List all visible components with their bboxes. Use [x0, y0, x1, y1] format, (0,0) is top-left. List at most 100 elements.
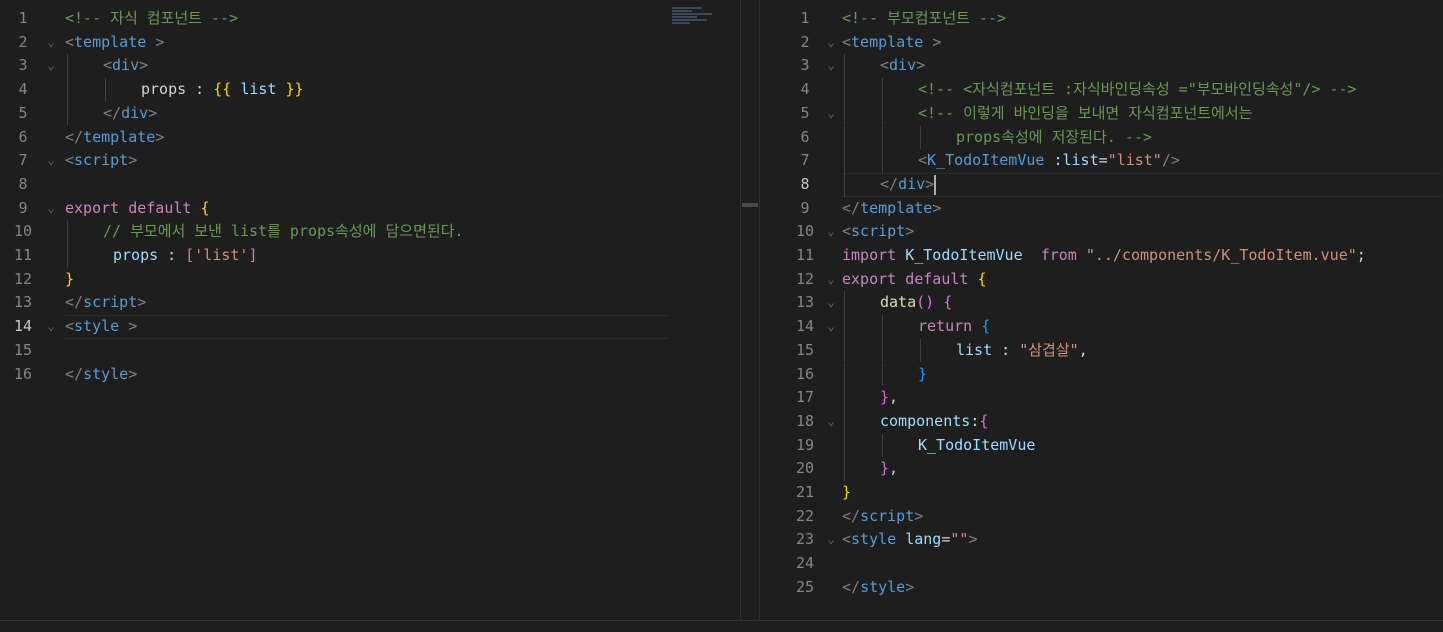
- code-text[interactable]: list : "삼겹살",: [956, 339, 1088, 363]
- code-line[interactable]: 15: [0, 339, 740, 363]
- fold-chevron-icon[interactable]: ⌄: [824, 410, 838, 434]
- code-line[interactable]: 16}: [760, 363, 1443, 387]
- fold-chevron-icon[interactable]: ⌄: [824, 31, 838, 55]
- code-text[interactable]: props : {{ list }}: [141, 78, 304, 102]
- code-text[interactable]: data() {: [880, 291, 952, 315]
- code-line[interactable]: 23 ⌄ <style lang="">: [760, 528, 1443, 552]
- code-text[interactable]: <style lang="">: [842, 528, 977, 552]
- fold-chevron-icon[interactable]: ⌄: [44, 315, 58, 339]
- fold-chevron-icon[interactable]: ⌄: [44, 54, 58, 78]
- code-text[interactable]: <!-- 부모컴포넌트 -->: [842, 7, 1006, 31]
- code-line[interactable]: 4 <!-- <자식컴포넌트 :자식바인딩속성 ="부모바인딩속성"/> -->: [760, 78, 1443, 102]
- code-text[interactable]: <!-- 이렇게 바인딩을 보내면 자식컴포넌트에서는: [918, 102, 1252, 126]
- code-line[interactable]: 7 ⌄ <script>: [0, 149, 740, 173]
- code-line[interactable]: 20},: [760, 457, 1443, 481]
- code-text[interactable]: import K_TodoItemVue from "../components…: [842, 244, 1366, 268]
- code-text[interactable]: </style>: [842, 576, 914, 600]
- code-line[interactable]: 24: [760, 552, 1443, 576]
- code-line[interactable]: 10 ⌄ <script>: [760, 220, 1443, 244]
- code-text[interactable]: <div>: [103, 54, 148, 78]
- code-line[interactable]: 5 </div>: [0, 102, 740, 126]
- code-text[interactable]: </div>: [103, 102, 157, 126]
- code-text[interactable]: }: [842, 481, 851, 505]
- code-text[interactable]: </script>: [65, 291, 146, 315]
- code-text[interactable]: return {: [918, 315, 990, 339]
- fold-chevron-icon[interactable]: ⌄: [824, 268, 838, 292]
- code-text[interactable]: </div>: [880, 173, 934, 197]
- scrollbar-thumb[interactable]: [742, 203, 758, 207]
- code-text[interactable]: </template>: [65, 126, 164, 150]
- code-line[interactable]: 22 </script>: [760, 505, 1443, 529]
- code-line[interactable]: 7 <K_TodoItemVue :list="list"/>: [760, 149, 1443, 173]
- code-line[interactable]: 25 </style>: [760, 576, 1443, 600]
- fold-chevron-icon[interactable]: ⌄: [824, 54, 838, 78]
- code-text[interactable]: <!-- 자식 컴포넌트 -->: [65, 7, 238, 31]
- code-text[interactable]: props속성에 저장된다. -->: [956, 126, 1152, 150]
- code-line[interactable]: 15 list : "삼겹살",: [760, 339, 1443, 363]
- editor-split-divider[interactable]: [740, 0, 760, 620]
- code-text[interactable]: // 부모에서 보낸 list를 props속성에 담으면된다.: [103, 220, 464, 244]
- code-line[interactable]: 13 ⌄ data() {: [760, 291, 1443, 315]
- code-text[interactable]: components:{: [880, 410, 988, 434]
- fold-chevron-icon[interactable]: ⌄: [824, 291, 838, 315]
- code-line[interactable]: 10 // 부모에서 보낸 list를 props속성에 담으면된다.: [0, 220, 740, 244]
- code-line[interactable]: 8: [0, 173, 740, 197]
- code-text[interactable]: props : ['list']: [113, 244, 258, 268]
- line-number: 3: [18, 56, 28, 75]
- code-text[interactable]: <template >: [842, 31, 941, 55]
- fold-chevron-icon[interactable]: ⌄: [44, 31, 58, 55]
- code-text[interactable]: <script>: [65, 149, 137, 173]
- code-text[interactable]: </template>: [842, 197, 941, 221]
- code-text[interactable]: <script>: [842, 220, 914, 244]
- code-line[interactable]: 11 props : ['list']: [0, 244, 740, 268]
- code-line[interactable]: 3 ⌄ <div>: [760, 54, 1443, 78]
- fold-chevron-icon[interactable]: ⌄: [824, 102, 838, 126]
- code-text[interactable]: <!-- <자식컴포넌트 :자식바인딩속성 ="부모바인딩속성"/> -->: [918, 78, 1357, 102]
- code-line[interactable]: 14 ⌄ <style >: [0, 315, 740, 339]
- code-text[interactable]: },: [880, 457, 898, 481]
- code-text[interactable]: <template >: [65, 31, 164, 55]
- code-text[interactable]: K_TodoItemVue: [918, 434, 1035, 458]
- code-text[interactable]: }: [918, 363, 927, 387]
- code-line[interactable]: 12 ⌄ export default {: [760, 268, 1443, 292]
- code-line[interactable]: 13 </script>: [0, 291, 740, 315]
- code-line[interactable]: 11 import K_TodoItemVue from "../componen…: [760, 244, 1443, 268]
- fold-chevron-icon[interactable]: ⌄: [44, 197, 58, 221]
- code-line[interactable]: 1 <!-- 자식 컴포넌트 -->: [0, 7, 740, 31]
- code-editor-left[interactable]: 1 <!-- 자식 컴포넌트 --> 2 ⌄ <template > 3 ⌄ <div> 4 pr…: [0, 6, 740, 620]
- code-line[interactable]: 2 ⌄ <template >: [0, 31, 740, 55]
- code-text[interactable]: }: [65, 268, 74, 292]
- code-line[interactable]: 4 props : {{ list }}: [0, 78, 740, 102]
- code-line[interactable]: 8 </div>: [760, 173, 1443, 197]
- code-line[interactable]: 16 </style>: [0, 363, 740, 387]
- code-text[interactable]: <style >: [65, 315, 137, 339]
- code-line[interactable]: 17},: [760, 386, 1443, 410]
- code-text[interactable]: </style>: [65, 363, 137, 387]
- code-line[interactable]: 12}: [0, 268, 740, 292]
- code-text[interactable]: export default {: [842, 268, 987, 292]
- code-editor-right[interactable]: 1 <!-- 부모컴포넌트 --> 2 ⌄ <template >3 ⌄ <div> 4 <!-…: [760, 6, 1443, 620]
- code-line[interactable]: 2 ⌄ <template >: [760, 31, 1443, 55]
- code-line[interactable]: 6 </template>: [0, 126, 740, 150]
- code-text[interactable]: </script>: [842, 505, 923, 529]
- code-line[interactable]: 9 ⌄ export default {: [0, 197, 740, 221]
- fold-chevron-icon[interactable]: ⌄: [44, 149, 58, 173]
- line-number: 6: [18, 127, 28, 146]
- code-line[interactable]: 3 ⌄ <div>: [0, 54, 740, 78]
- code-line[interactable]: 14 ⌄ return {: [760, 315, 1443, 339]
- code-line[interactable]: 21}: [760, 481, 1443, 505]
- code-text[interactable]: },: [880, 386, 898, 410]
- code-line[interactable]: 18 ⌄ components:{: [760, 410, 1443, 434]
- code-line[interactable]: 9 </template>: [760, 197, 1443, 221]
- code-line[interactable]: 1 <!-- 부모컴포넌트 -->: [760, 7, 1443, 31]
- code-text[interactable]: export default {: [65, 197, 210, 221]
- code-line[interactable]: 5 ⌄ <!-- 이렇게 바인딩을 보내면 자식컴포넌트에서는: [760, 102, 1443, 126]
- fold-chevron-icon[interactable]: ⌄: [824, 528, 838, 552]
- code-text[interactable]: <div>: [880, 54, 925, 78]
- code-text[interactable]: <K_TodoItemVue :list="list"/>: [918, 149, 1180, 173]
- minimap-left[interactable]: [672, 6, 738, 46]
- code-line[interactable]: 19 K_TodoItemVue: [760, 434, 1443, 458]
- fold-chevron-icon[interactable]: ⌄: [824, 220, 838, 244]
- code-line[interactable]: 6 props속성에 저장된다. -->: [760, 126, 1443, 150]
- fold-chevron-icon[interactable]: ⌄: [824, 315, 838, 339]
